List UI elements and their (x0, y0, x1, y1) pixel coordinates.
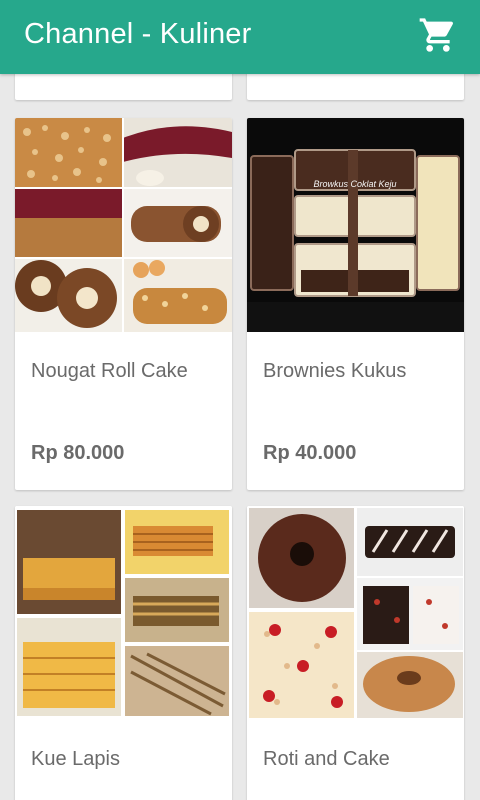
product-grid: Nougat Roll Cake Rp 80.000 Browkus Cokla (0, 74, 480, 800)
product-image (247, 506, 464, 720)
page-title: Channel - Kuliner (24, 18, 252, 50)
product-name: Kue Lapis (31, 748, 120, 770)
product-card-partial[interactable] (247, 74, 464, 100)
product-card-kue-lapis[interactable]: Kue Lapis (15, 506, 232, 800)
app-bar: Channel - Kuliner (0, 0, 480, 74)
product-image (15, 506, 232, 720)
product-card-brownies-kukus[interactable]: Browkus Coklat Keju Brownies Kukus Rp 40… (247, 118, 464, 490)
product-name: Roti and Cake (263, 748, 390, 770)
product-price: Rp 80.000 (31, 442, 125, 464)
product-card-roti-and-cake[interactable]: Roti and Cake (247, 506, 464, 800)
cart-icon[interactable] (418, 15, 458, 55)
product-image (15, 118, 232, 332)
product-card-partial[interactable] (15, 74, 232, 100)
product-card-nougat-roll-cake[interactable]: Nougat Roll Cake Rp 80.000 (15, 118, 232, 490)
product-price: Rp 40.000 (263, 442, 357, 464)
product-name: Brownies Kukus (263, 360, 407, 382)
product-image-label: Browkus Coklat Keju (313, 179, 396, 189)
product-image: Browkus Coklat Keju (247, 118, 464, 332)
product-name: Nougat Roll Cake (31, 360, 188, 382)
